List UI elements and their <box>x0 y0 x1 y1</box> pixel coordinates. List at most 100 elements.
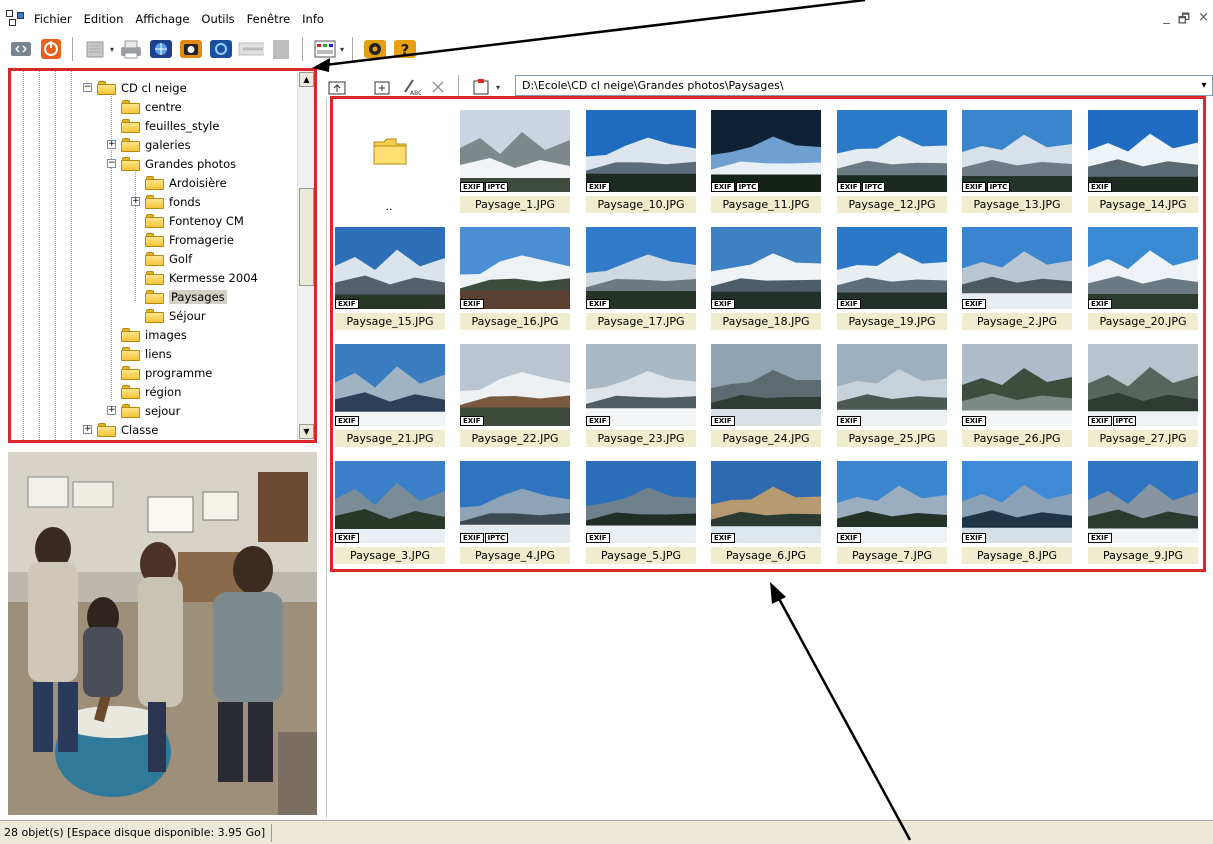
scroll-thumb[interactable] <box>299 188 314 286</box>
tree-item-label: centre <box>145 99 182 114</box>
image-preview <box>8 452 317 815</box>
camera-button[interactable] <box>178 37 204 61</box>
expand-icon[interactable]: + <box>107 140 116 149</box>
tree-item[interactable]: +classe de neige <box>83 439 210 440</box>
tree-item-label: Grandes photos <box>145 156 237 171</box>
menu-fenetre[interactable]: Fenêtre <box>241 12 296 26</box>
tree-item[interactable]: Ardoisière <box>131 173 227 192</box>
camera-icon <box>180 40 203 58</box>
tree-item[interactable]: centre <box>107 97 182 116</box>
address-bar[interactable]: D:\Ecole\CD cl neige\Grandes photos\Pays… <box>515 75 1213 96</box>
blank-button[interactable] <box>268 37 294 61</box>
web-button[interactable] <box>148 37 174 61</box>
scanner-icon <box>86 41 104 58</box>
tree-item-label: Ardoisière <box>169 175 227 190</box>
tree-item[interactable]: + fonds <box>131 192 201 211</box>
menu-affichage[interactable]: Affichage <box>129 12 195 26</box>
sync-button[interactable] <box>208 37 234 61</box>
restore-button[interactable]: 🗗 <box>1178 10 1190 32</box>
parent-folder-button[interactable] <box>326 77 348 97</box>
tree-guide-line <box>55 71 56 440</box>
folder-icon <box>121 365 141 380</box>
tree-item[interactable]: images <box>107 325 187 344</box>
scroll-down-icon[interactable]: ▼ <box>299 424 314 439</box>
tools-dropdown-icon[interactable]: ▾ <box>496 83 500 92</box>
menu-fichier[interactable]: Fichier <box>28 12 78 26</box>
menu-edition[interactable]: Edition <box>78 12 130 26</box>
tree-item[interactable]: région <box>107 382 181 401</box>
tree-item-label: Séjour <box>169 308 206 323</box>
html-export-button[interactable] <box>238 37 265 61</box>
tree-item[interactable]: Fontenoy CM <box>131 211 244 230</box>
collapse-icon[interactable]: − <box>107 159 116 168</box>
printer-icon <box>121 40 142 59</box>
scanner-dropdown-icon[interactable]: ▾ <box>110 45 114 54</box>
tree-guide-line <box>39 71 40 440</box>
tools-menu-button[interactable] <box>470 77 492 97</box>
folder-tree: − CD cl neige centre feuilles_style + galerie… <box>11 71 299 440</box>
tree-item-label: CD cl neige <box>121 80 187 95</box>
scanner-button[interactable] <box>82 37 108 61</box>
folder-icon <box>145 213 165 228</box>
folder-icon <box>121 384 141 399</box>
rename-button[interactable]: ABC <box>400 77 422 97</box>
tree-item[interactable]: programme <box>107 363 212 382</box>
tree-item-label: sejour <box>145 403 181 418</box>
folder-icon <box>121 137 141 152</box>
address-dropdown-icon[interactable]: ▾ <box>1196 76 1212 95</box>
expand-icon[interactable]: + <box>83 425 92 434</box>
tree-item[interactable]: − CD cl neige <box>83 78 187 97</box>
folder-icon <box>121 403 141 418</box>
view-toggle-button[interactable] <box>8 37 34 61</box>
tree-item[interactable]: Fromagerie <box>131 230 234 249</box>
slideshow-button[interactable] <box>312 37 338 61</box>
folder-icon <box>97 422 117 437</box>
expand-icon[interactable]: + <box>131 197 140 206</box>
blank-icon <box>273 40 290 59</box>
tree-item-label: programme <box>145 365 213 380</box>
clipboard-icon <box>473 79 489 95</box>
tree-item[interactable]: Paysages <box>131 287 227 306</box>
slideshow-icon <box>314 40 336 58</box>
tree-scrollbar[interactable]: ▲ ▼ <box>297 71 314 440</box>
folder-icon <box>145 232 165 247</box>
folder-icon <box>121 327 141 342</box>
menu-info[interactable]: Info <box>296 12 330 26</box>
settings-button[interactable] <box>362 37 388 61</box>
collapse-icon[interactable]: − <box>83 83 92 92</box>
view-toggle-icon <box>11 42 31 56</box>
status-text: 28 objet(s) [Espace disque disponible: 3… <box>0 823 273 842</box>
tree-item[interactable]: + Classe <box>83 420 158 439</box>
rename-icon: ABC <box>404 79 421 96</box>
tree-item[interactable]: + galeries <box>107 135 191 154</box>
minimize-button[interactable]: _ <box>1163 10 1170 32</box>
tree-item[interactable]: Séjour <box>131 306 206 325</box>
html-export-icon <box>238 42 265 56</box>
refresh-power-button[interactable] <box>38 37 64 61</box>
expand-icon[interactable]: + <box>107 406 116 415</box>
tree-item[interactable]: Golf <box>131 249 192 268</box>
folder-icon <box>145 270 165 285</box>
help-button[interactable]: ? <box>392 37 418 61</box>
delete-button[interactable] <box>428 77 448 97</box>
parent-folder-icon <box>328 81 346 95</box>
menu-outils[interactable]: Outils <box>195 12 240 26</box>
folder-icon <box>145 308 165 323</box>
scroll-up-icon[interactable]: ▲ <box>299 72 314 87</box>
close-button[interactable]: × <box>1198 10 1209 32</box>
settings-icon <box>364 40 387 58</box>
new-folder-button[interactable] <box>372 77 394 97</box>
tree-item-label: liens <box>145 346 172 361</box>
tree-item[interactable]: Kermesse 2004 <box>131 268 258 287</box>
toolbar-separator <box>302 37 305 61</box>
tree-item[interactable]: + sejour <box>107 401 180 420</box>
app-logo-icon[interactable] <box>6 10 28 28</box>
refresh-power-icon <box>41 39 61 59</box>
tree-item[interactable]: feuilles_style <box>107 116 219 135</box>
printer-button[interactable] <box>118 37 144 61</box>
new-folder-icon <box>374 81 390 95</box>
tree-item[interactable]: liens <box>107 344 172 363</box>
window-controls: _ 🗗 × <box>1163 10 1209 32</box>
slideshow-dropdown-icon[interactable]: ▾ <box>340 45 344 54</box>
tree-item[interactable]: − Grandes photos <box>107 154 236 173</box>
